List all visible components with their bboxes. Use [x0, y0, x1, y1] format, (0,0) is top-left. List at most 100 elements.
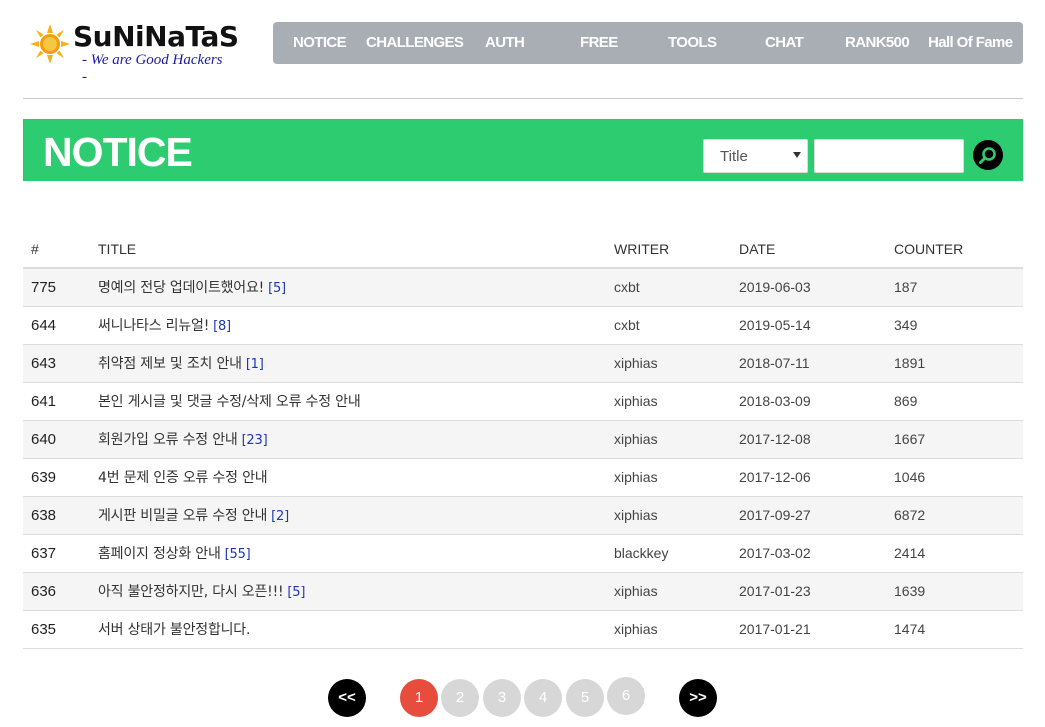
header-counter: COUNTER	[886, 230, 1023, 269]
post-writer: xiphias	[606, 420, 731, 459]
table-row[interactable]: 637 홈페이지 정상화 안내 [55] blackkey 2017-03-02 …	[23, 534, 1023, 573]
post-number: 639	[23, 458, 90, 497]
search-input[interactable]	[814, 139, 964, 173]
pagination-page-2[interactable]: 2	[441, 679, 479, 717]
nav-hall-of-fame[interactable]: Hall Of Fame	[928, 22, 1013, 64]
header-divider	[23, 98, 1023, 99]
post-number: 775	[23, 268, 90, 307]
comment-count: [2]	[271, 509, 289, 524]
site-logo[interactable]: SuNiNaTaS - We are Good Hackers -	[30, 20, 239, 85]
comment-count: [1]	[245, 357, 264, 372]
comment-count: [5]	[268, 281, 286, 297]
nav-chat[interactable]: CHAT	[765, 22, 804, 64]
post-title-link[interactable]: 홈페이지 정상화 안내	[98, 546, 221, 562]
table-row[interactable]: 635 서버 상태가 불안정합니다. xiphias 2017-01-21 14…	[23, 610, 1023, 649]
post-counter: 869	[886, 382, 1023, 421]
notice-table: # TITLE WRITER DATE COUNTER 775 명예의 전당 업…	[23, 230, 1023, 649]
nav-auth[interactable]: AUTH	[485, 22, 525, 64]
table-header-row: # TITLE WRITER DATE COUNTER	[23, 230, 1023, 269]
table-row[interactable]: 640 회원가입 오류 수정 안내 [23] xiphias 2017-12-08…	[23, 420, 1023, 459]
header-number: #	[23, 230, 90, 269]
page-title-bar: NOTICE Title	[23, 119, 1023, 181]
pagination-next-button[interactable]: >>	[679, 679, 717, 717]
post-title-link[interactable]: 4번 문제 인증 오류 수정 안내	[98, 470, 268, 486]
post-writer: xiphias	[606, 344, 731, 383]
post-counter: 187	[886, 268, 1023, 307]
post-writer: cxbt	[606, 268, 731, 307]
comment-count: [55]	[224, 547, 251, 562]
post-title-link[interactable]: 본인 게시글 및 댓글 수정/삭제 오류 수정 안내	[98, 394, 361, 410]
nav-challenges[interactable]: CHALLENGES	[366, 22, 464, 64]
comment-count: [23]	[241, 433, 268, 448]
post-date: 2017-09-27	[731, 496, 886, 535]
post-title-link[interactable]: 게시판 비밀글 오류 수정 안내	[98, 508, 267, 524]
table-row[interactable]: 636 아직 불안정하지만, 다시 오픈!!! [5] xiphias 2017-…	[23, 572, 1023, 611]
post-writer: blackkey	[606, 534, 731, 573]
post-number: 638	[23, 496, 90, 535]
pagination-page-3[interactable]: 3	[483, 679, 521, 717]
header-title: TITLE	[90, 230, 606, 269]
post-counter: 2414	[886, 534, 1023, 573]
post-number: 636	[23, 572, 90, 611]
pagination-page-5[interactable]: 5	[566, 679, 604, 717]
post-counter: 1046	[886, 458, 1023, 497]
post-writer: xiphias	[606, 610, 731, 649]
table-row[interactable]: 644 써니나타스 리뉴얼! [8] cxbt 2019-05-14 349	[23, 306, 1023, 345]
post-date: 2018-07-11	[731, 344, 886, 383]
post-number: 640	[23, 420, 90, 459]
post-number: 641	[23, 382, 90, 421]
comment-count: [8]	[213, 319, 231, 334]
post-counter: 1891	[886, 344, 1023, 383]
post-writer: xiphias	[606, 496, 731, 535]
post-title-link[interactable]: 서버 상태가 불안정합니다.	[98, 622, 250, 638]
post-counter: 1474	[886, 610, 1023, 649]
pagination-page-1[interactable]: 1	[400, 679, 438, 717]
post-number: 635	[23, 610, 90, 649]
post-date: 2017-12-06	[731, 458, 886, 497]
post-title-link[interactable]: 써니나타스 리뉴얼!	[98, 318, 209, 334]
post-writer: xiphias	[606, 382, 731, 421]
table-row[interactable]: 638 게시판 비밀글 오류 수정 안내 [2] xiphias 2017-09-…	[23, 496, 1023, 535]
post-number: 637	[23, 534, 90, 573]
post-title-link[interactable]: 취약점 제보 및 조치 안내	[98, 356, 242, 372]
nav-free[interactable]: FREE	[580, 22, 618, 64]
comment-count: [5]	[287, 585, 306, 600]
header-date: DATE	[731, 230, 886, 269]
post-title-link[interactable]: 명예의 전당 업데이트했어요!	[98, 280, 264, 296]
nav-tools[interactable]: TOOLS	[668, 22, 717, 64]
post-date: 2017-01-21	[731, 610, 886, 649]
post-counter: 1639	[886, 572, 1023, 611]
pagination-prev-button[interactable]: <<	[328, 679, 366, 717]
post-counter: 1667	[886, 420, 1023, 459]
nav-notice[interactable]: NOTICE	[293, 22, 347, 64]
table-row[interactable]: 775 명예의 전당 업데이트했어요! [5] cxbt 2019-06-03 1…	[23, 268, 1023, 307]
table-row[interactable]: 641 본인 게시글 및 댓글 수정/삭제 오류 수정 안내 xiphias 2…	[23, 382, 1023, 421]
search-icon	[979, 147, 996, 164]
post-writer: xiphias	[606, 572, 731, 611]
brand-name: SuNiNaTaS	[73, 20, 239, 53]
post-date: 2017-01-23	[731, 572, 886, 611]
post-counter: 349	[886, 306, 1023, 345]
pagination-page-6[interactable]: 6	[607, 677, 645, 715]
post-date: 2018-03-09	[731, 382, 886, 421]
search-button[interactable]	[973, 140, 1003, 170]
post-title-link[interactable]: 아직 불안정하지만, 다시 오픈!!!	[98, 584, 284, 600]
search-field-select[interactable]: Title	[703, 139, 808, 173]
page-title: NOTICE	[43, 129, 193, 175]
table-row[interactable]: 643 취약점 제보 및 조치 안내 [1] xiphias 2018-07-11…	[23, 344, 1023, 383]
nav-rank500[interactable]: RANK500	[845, 22, 910, 64]
table-row[interactable]: 639 4번 문제 인증 오류 수정 안내 xiphias 2017-12-06…	[23, 458, 1023, 497]
dropdown-caret-icon	[793, 152, 801, 158]
header-writer: WRITER	[606, 230, 731, 269]
pagination-page-4[interactable]: 4	[524, 679, 562, 717]
post-writer: cxbt	[606, 306, 731, 345]
search-field-selected: Title	[720, 148, 748, 165]
post-counter: 6872	[886, 496, 1023, 535]
post-date: 2019-06-03	[731, 268, 886, 307]
post-date: 2017-03-02	[731, 534, 886, 573]
post-date: 2017-12-08	[731, 420, 886, 459]
post-date: 2019-05-14	[731, 306, 886, 345]
brand-tagline: - We are Good Hackers -	[82, 52, 223, 85]
post-title-link[interactable]: 회원가입 오류 수정 안내	[98, 432, 238, 448]
top-navigation: NOTICE CHALLENGES AUTH FREE TOOLS CHAT R…	[273, 22, 1023, 64]
